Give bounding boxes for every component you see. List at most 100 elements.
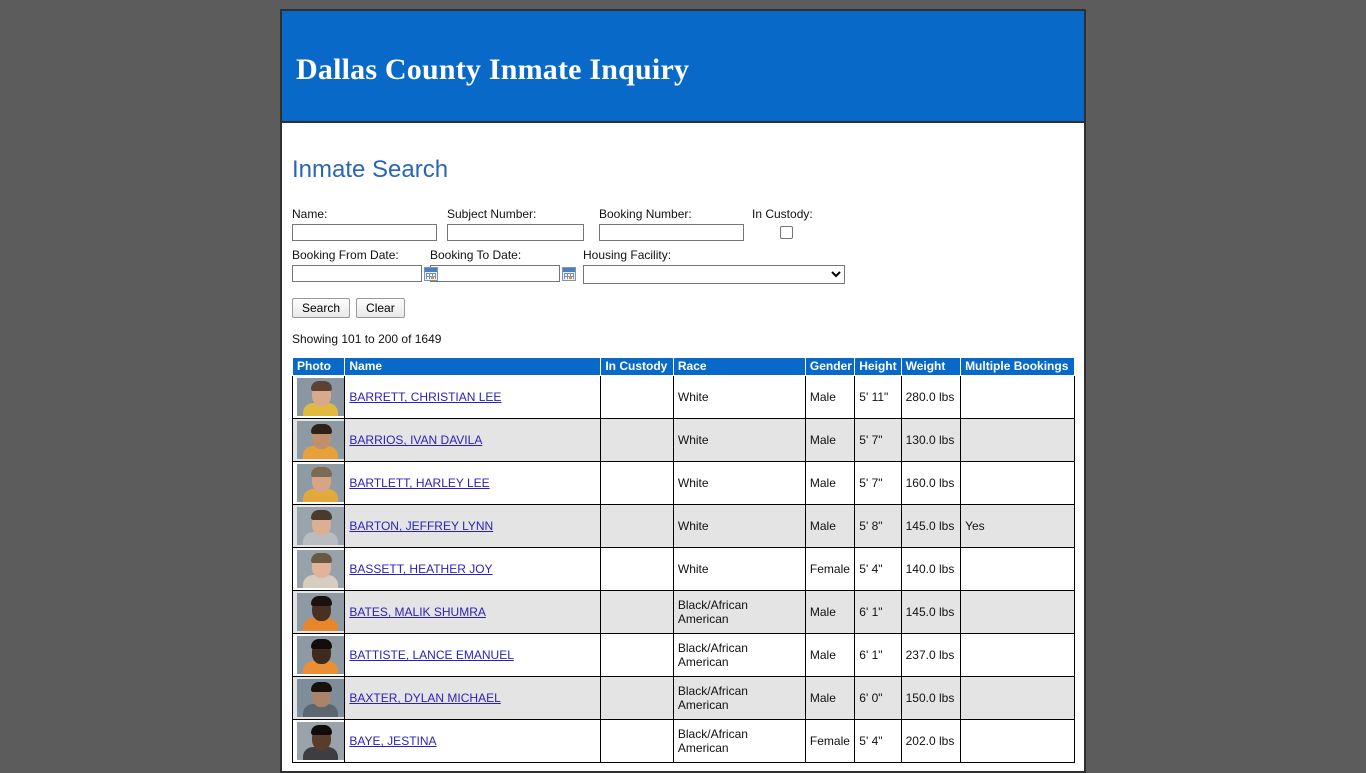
booking-number-label: Booking Number: [599,207,692,222]
inmate-search-form: Name: Subject Number: Booking Number: In… [292,207,1074,319]
inmate-race-cell: Black/African American [672,590,806,635]
search-input-subject-number[interactable] [447,224,584,242]
inmate-gender-cell: Female [804,547,856,592]
inmate-gender-cell: Male [804,375,856,420]
inmate-mugshot [297,636,344,675]
inmate-race-cell: Black/African American [672,719,806,764]
search-button[interactable]: Search [292,298,351,319]
housing-facility-select[interactable] [583,265,845,285]
inmate-mugshot [297,464,344,503]
table-header-row: Photo Name In Custody Race Gender Height… [291,357,1075,377]
column-header-multiple-bookings[interactable]: Multiple Bookings [960,357,1075,377]
calendar-icon[interactable] [562,266,576,281]
page-container: Dallas County Inmate Inquiry Inmate Sear… [280,9,1086,773]
table-row: BARTON, JEFFREY LYNN White Male 5' 8" 145.0 … [291,504,1075,549]
inmate-name-link[interactable]: BAYE, JESTINA [349,734,436,748]
inmate-multiple-bookings-cell [960,633,1075,678]
inmate-name-link[interactable]: BARRETT, CHRISTIAN LEE [349,390,501,404]
inmate-name-cell: BARRETT, CHRISTIAN LEE [344,375,602,420]
column-header-in-custody[interactable]: In Custody [600,357,674,377]
inmate-name-link[interactable]: BARTLETT, HARLEY LEE [349,476,489,490]
inmate-weight-cell: 160.0 lbs [900,461,962,506]
housing-facility-label: Housing Facility: [583,248,672,263]
form-button-row: Search Clear [292,298,1074,319]
inmate-race-cell: Black/African American [672,676,806,721]
inmate-photo-cell [291,633,346,678]
table-row: BARRIOS, IVAN DAVILA White Male 5' 7" 130.0 … [291,418,1075,463]
inmate-name-cell: BARTLETT, HARLEY LEE [344,461,602,506]
inmate-weight-cell: 202.0 lbs [900,719,962,764]
inmate-name-cell: BATES, MALIK SHUMRA [344,590,602,635]
inmate-name-cell: BAXTER, DYLAN MICHAEL [344,676,602,721]
clear-button[interactable]: Clear [356,298,405,319]
inmate-multiple-bookings-cell [960,676,1075,721]
inmate-gender-cell: Male [804,590,856,635]
search-input-booking-number[interactable] [599,224,744,242]
inmate-name-link[interactable]: BARRIOS, IVAN DAVILA [349,433,482,447]
inmate-height-cell: 5' 4" [854,547,902,592]
subject-number-field-group: Subject Number: [447,207,599,242]
inmate-gender-cell: Male [804,633,856,678]
inmate-photo-cell [291,547,346,592]
name-label: Name: [292,207,328,222]
inmate-multiple-bookings-cell [960,375,1075,420]
column-header-weight[interactable]: Weight [900,357,962,377]
inmate-in-custody-cell [600,547,674,592]
inmate-name-link[interactable]: BASSETT, HEATHER JOY [349,562,492,576]
inmate-weight-cell: 237.0 lbs [900,633,962,678]
inmate-name-cell: BASSETT, HEATHER JOY [344,547,602,592]
table-row: BAYE, JESTINA Black/African American Femal… [291,719,1075,764]
search-input-booking-to-date[interactable] [430,265,560,283]
inmate-in-custody-cell [600,590,674,635]
table-row: BATTISTE, LANCE EMANUEL Black/African Ame… [291,633,1075,678]
inmate-race-cell: White [672,504,806,549]
inmate-photo-cell [291,504,346,549]
table-row: BARRETT, CHRISTIAN LEE White Male 5' 11" 280… [291,375,1075,420]
in-custody-checkbox[interactable] [780,226,793,240]
search-input-name[interactable] [292,224,437,242]
housing-facility-field-group: Housing Facility: [583,248,845,285]
inmate-name-link[interactable]: BATTISTE, LANCE EMANUEL [349,648,513,662]
inmate-name-cell: BARTON, JEFFREY LYNN [344,504,602,549]
inmate-in-custody-cell [600,676,674,721]
inmate-name-link[interactable]: BARTON, JEFFREY LYNN [349,519,493,533]
inmate-photo-cell [291,375,346,420]
table-row: BATES, MALIK SHUMRA Black/African America… [291,590,1075,635]
booking-from-date-label: Booking From Date: [292,248,399,263]
inmate-photo-cell [291,719,346,764]
booking-to-date-field-group: Booking To Date: [430,248,583,283]
inmate-in-custody-cell [600,418,674,463]
inmate-name-link[interactable]: BATES, MALIK SHUMRA [349,605,485,619]
inmate-in-custody-cell [600,719,674,764]
inmate-race-cell: White [672,375,806,420]
inmate-weight-cell: 150.0 lbs [900,676,962,721]
inmate-gender-cell: Male [804,461,856,506]
calendar-icon[interactable] [424,266,438,281]
inmate-name-cell: BAYE, JESTINA [344,719,602,764]
inmate-height-cell: 6' 0" [854,676,902,721]
inmate-height-cell: 5' 7" [854,461,902,506]
inmate-multiple-bookings-cell [960,418,1075,463]
table-row: BASSETT, HEATHER JOY White Female 5' 4" 140.… [291,547,1075,592]
column-header-race[interactable]: Race [672,357,806,377]
inmate-height-cell: 5' 7" [854,418,902,463]
section-title: Inmate Search [292,156,449,183]
inmate-weight-cell: 280.0 lbs [900,375,962,420]
in-custody-label: In Custody: [752,207,813,222]
inmate-name-link[interactable]: BAXTER, DYLAN MICHAEL [349,691,500,705]
column-header-gender[interactable]: Gender [804,357,856,377]
content-area: Inmate Search Name: Subject Number: Book… [282,156,1084,764]
column-header-height[interactable]: Height [854,357,902,377]
inmate-height-cell: 5' 8" [854,504,902,549]
column-header-name[interactable]: Name [344,357,602,377]
inmate-mugshot [297,593,344,632]
inmate-gender-cell: Female [804,719,856,764]
inmate-photo-cell [291,676,346,721]
inmate-photo-cell [291,461,346,506]
page-title: Dallas County Inmate Inquiry [296,53,690,86]
inmate-race-cell: White [672,461,806,506]
search-input-booking-from-date[interactable] [292,265,422,283]
inmate-multiple-bookings-cell: Yes [960,504,1075,549]
inmate-mugshot [297,722,344,761]
column-header-photo[interactable]: Photo [291,357,346,377]
